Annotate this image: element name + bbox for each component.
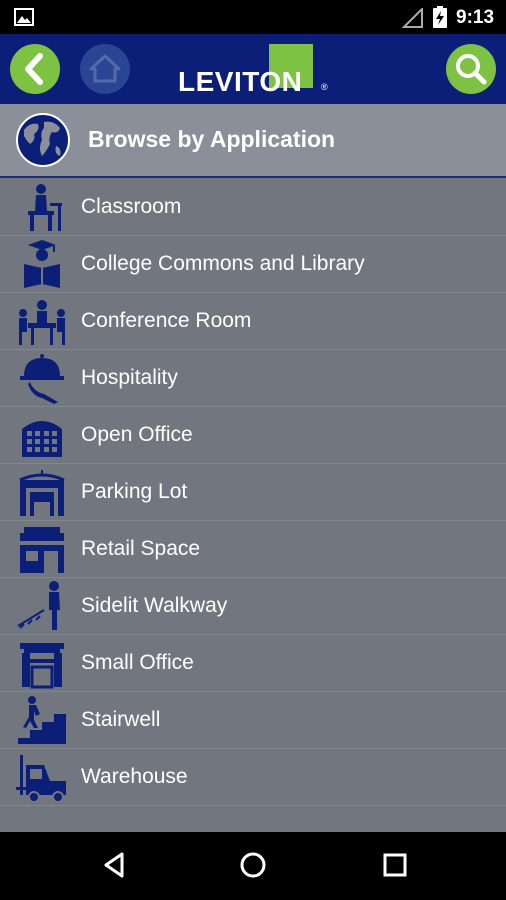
chevron-left-icon <box>25 53 43 85</box>
small-office-icon <box>20 643 64 689</box>
image-notification-icon <box>14 8 34 26</box>
search-icon <box>456 54 487 85</box>
list-item-label: Stairwell <box>81 708 161 731</box>
list-item-hospitality[interactable]: Hospitality <box>0 349 506 407</box>
logo-registered-mark: ® <box>321 82 328 92</box>
list-item-stairwell[interactable]: Stairwell <box>0 691 506 749</box>
open-office-icon <box>22 421 62 457</box>
recents-square-icon[interactable] <box>380 850 410 880</box>
list-item-label: Hospitality <box>81 366 178 389</box>
list-item-label: Open Office <box>81 423 193 446</box>
list-item-conference-room[interactable]: Conference Room <box>0 292 506 350</box>
home-icon <box>89 54 121 83</box>
section-title: Browse by Application <box>88 126 336 152</box>
walkway-icon <box>17 581 60 630</box>
clock: 9:13 <box>456 7 495 28</box>
list-item-warehouse[interactable]: Warehouse <box>0 748 506 806</box>
list-item-label: Conference Room <box>81 309 252 332</box>
hospitality-icon <box>20 354 64 404</box>
back-triangle-icon[interactable] <box>100 850 130 880</box>
search-button[interactable] <box>446 44 496 94</box>
list-item-label: Small Office <box>81 651 194 674</box>
status-bar: 9:13 <box>0 0 506 34</box>
list-item-college-commons[interactable]: College Commons and Library <box>0 235 506 293</box>
classroom-icon <box>28 184 62 231</box>
globe-icon <box>16 113 70 167</box>
list-item-classroom[interactable]: Classroom <box>0 178 506 236</box>
signal-icon <box>402 8 423 28</box>
list-item-parking-lot[interactable]: Parking Lot <box>0 463 506 521</box>
list-item-label: Classroom <box>81 195 182 218</box>
back-button[interactable] <box>10 44 60 94</box>
system-nav-bar <box>0 832 506 900</box>
battery-charging-icon <box>433 6 447 28</box>
home-circle-icon[interactable] <box>238 850 268 880</box>
retail-icon <box>20 527 64 573</box>
home-button[interactable] <box>80 44 130 94</box>
app-header: LEVITON ® <box>0 34 506 104</box>
list-item-label: Warehouse <box>81 765 188 788</box>
warehouse-icon <box>16 755 66 803</box>
list-item-label: Sidelit Walkway <box>81 594 228 617</box>
list-item-label: Parking Lot <box>81 480 188 503</box>
list-item-open-office[interactable]: Open Office <box>0 406 506 464</box>
conference-icon <box>19 300 65 345</box>
library-icon <box>24 240 60 288</box>
stairwell-icon <box>18 696 66 744</box>
list-item-retail-space[interactable]: Retail Space <box>0 520 506 578</box>
list-item-label: Retail Space <box>81 537 201 560</box>
application-list: Classroom College Commons and Library Co… <box>0 178 506 832</box>
parking-lot-icon <box>19 470 65 516</box>
leviton-logo: LEVITON ® <box>178 44 328 97</box>
section-header: Browse by Application <box>0 104 506 178</box>
list-item-label: College Commons and Library <box>81 252 365 275</box>
logo-text: LEVITON <box>178 66 303 97</box>
list-item-small-office[interactable]: Small Office <box>0 634 506 692</box>
list-item-sidelit-walkway[interactable]: Sidelit Walkway <box>0 577 506 635</box>
